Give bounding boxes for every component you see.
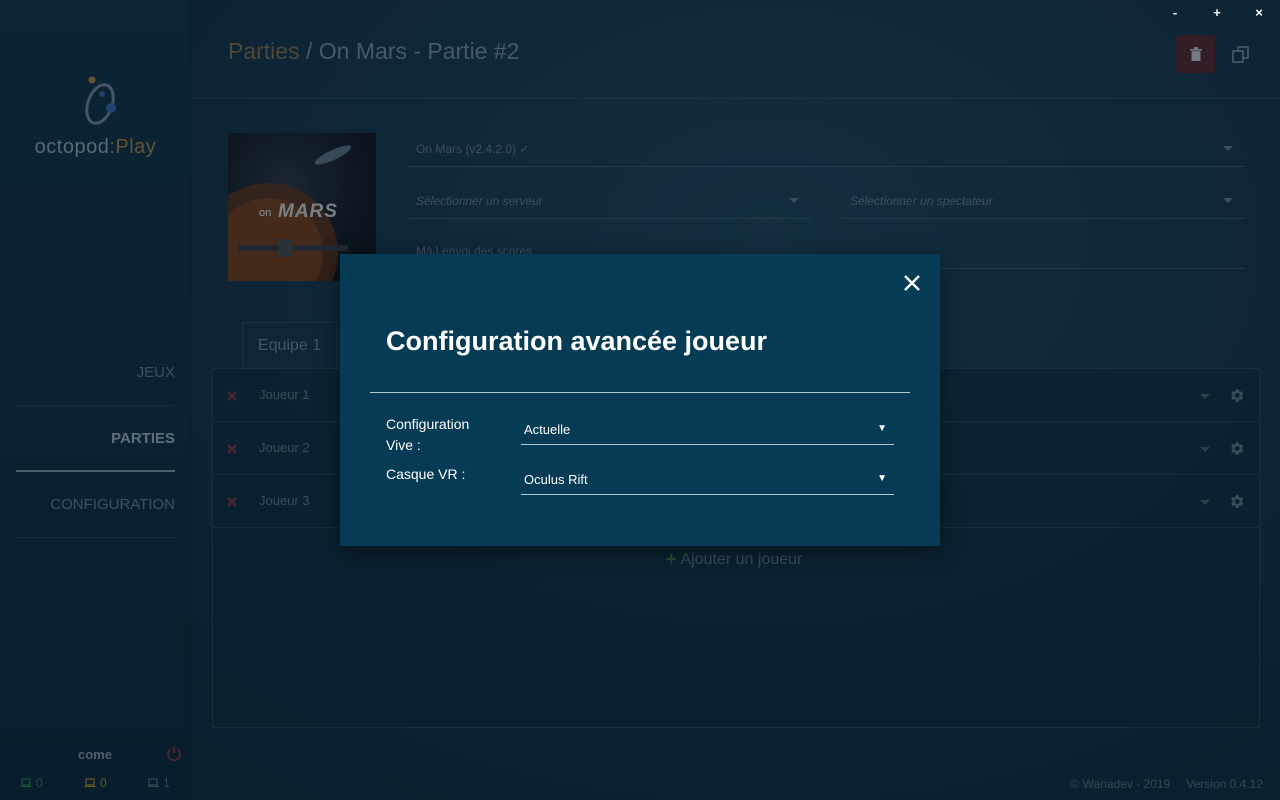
dropdown-arrow-icon: ▼ bbox=[877, 423, 887, 434]
vr-headset-label: Casque VR : bbox=[386, 466, 466, 482]
advanced-player-config-dialog: Configuration avancée joueur Configurati… bbox=[340, 254, 940, 546]
vr-headset-value: Oculus Rift bbox=[524, 472, 588, 487]
dropdown-arrow-icon: ▼ bbox=[877, 473, 887, 484]
close-icon[interactable] bbox=[901, 272, 923, 294]
minimize-button[interactable]: - bbox=[1154, 0, 1196, 24]
vive-config-value: Actuelle bbox=[524, 422, 571, 437]
dialog-title: Configuration avancée joueur bbox=[386, 326, 768, 356]
window-controls: - + × bbox=[1154, 0, 1280, 24]
maximize-button[interactable]: + bbox=[1196, 0, 1238, 24]
close-window-button[interactable]: × bbox=[1238, 0, 1280, 24]
vive-config-select[interactable]: Actuelle ▼ bbox=[521, 415, 894, 445]
dialog-divider bbox=[370, 392, 910, 393]
vr-headset-select[interactable]: Oculus Rift ▼ bbox=[521, 465, 894, 495]
vive-config-label: Configuration Vive : bbox=[386, 416, 470, 453]
